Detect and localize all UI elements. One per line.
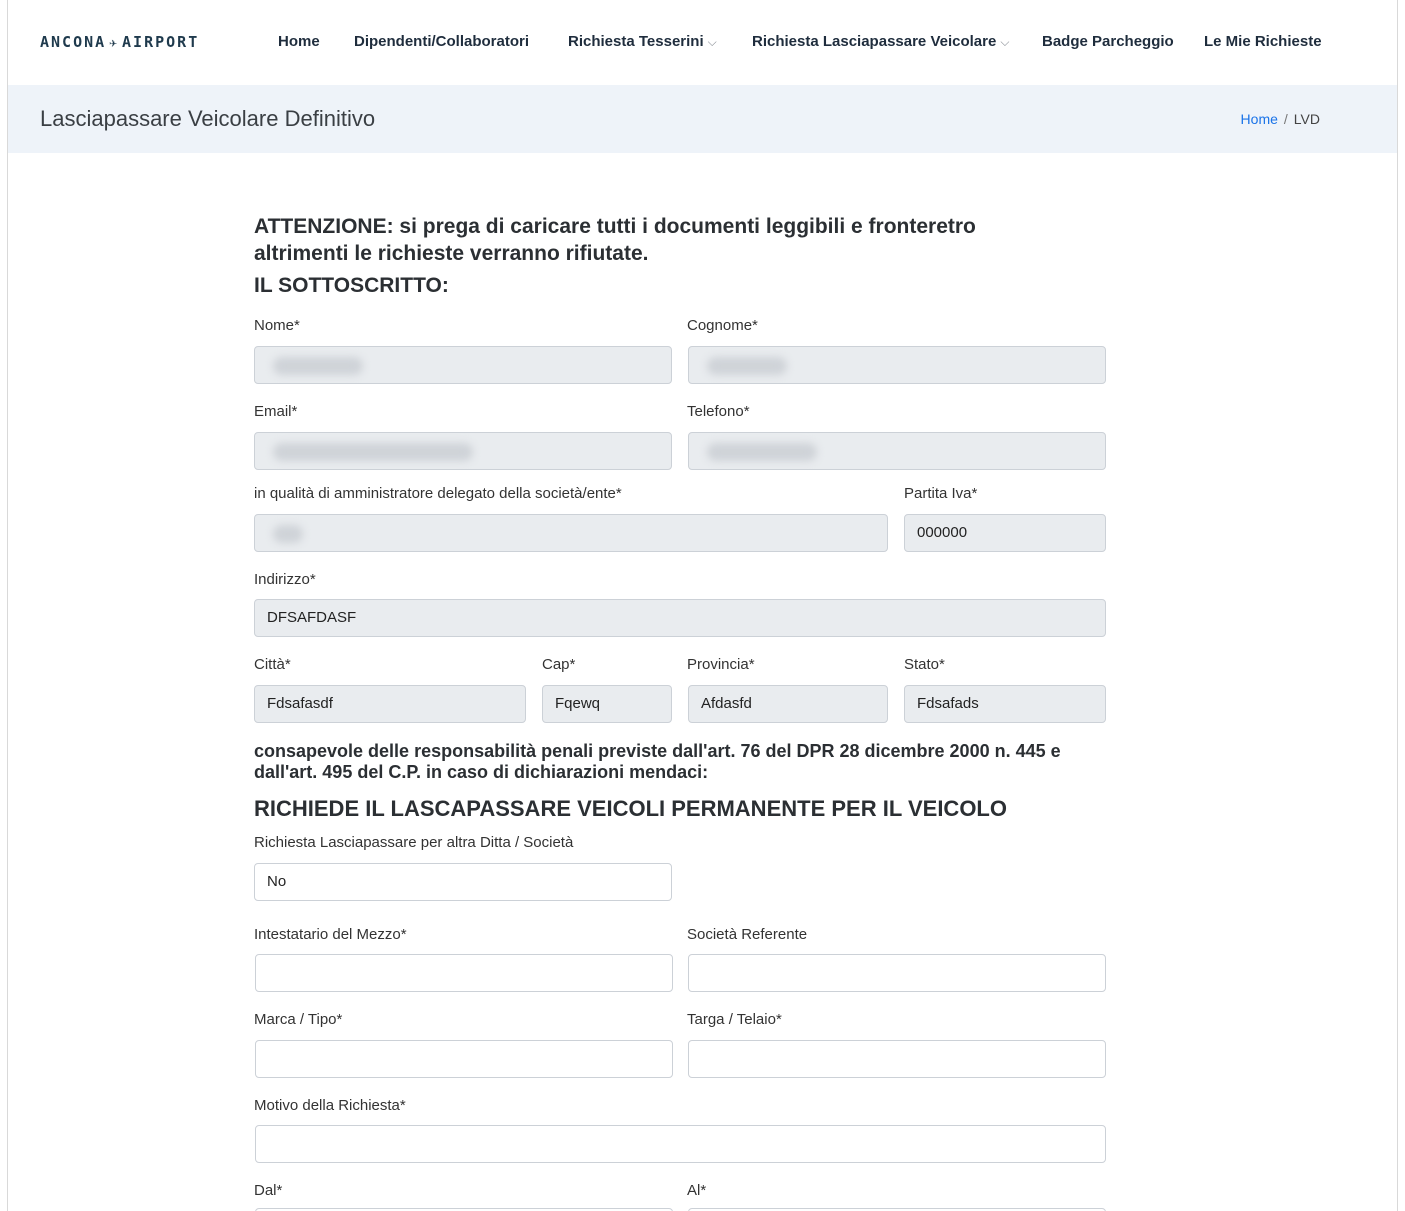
page-title-bar: Lasciapassare Veicolare Definitivo Home /… — [8, 85, 1397, 153]
telefono-label: Telefono* — [687, 403, 750, 420]
nav-dipendenti[interactable]: Dipendenti/Collaboratori — [354, 33, 529, 50]
stato-field[interactable]: Fdsafads — [904, 685, 1106, 723]
nome-field[interactable] — [254, 346, 672, 384]
citta-field[interactable]: Fdsafasdf — [254, 685, 526, 723]
societa-referente-input[interactable] — [688, 954, 1106, 992]
logo-text-right: AIRPORT — [122, 33, 200, 51]
breadcrumb: Home / LVD — [1241, 111, 1320, 127]
marca-tipo-input[interactable] — [255, 1040, 673, 1078]
stato-label: Stato* — [904, 656, 945, 673]
motivo-input[interactable] — [255, 1125, 1106, 1163]
section-sottoscritto-title: IL SOTTOSCRITTO: — [254, 274, 449, 297]
telefono-field[interactable] — [688, 432, 1106, 470]
redacted-value — [273, 443, 473, 461]
chevron-down-icon: ⌵ — [1000, 35, 1010, 49]
email-field[interactable] — [254, 432, 672, 470]
breadcrumb-home-link[interactable]: Home — [1241, 111, 1278, 127]
ancona-airport-logo[interactable]: ANCONA ✈ AIRPORT — [40, 33, 199, 51]
plane-icon: ✈ — [109, 36, 120, 51]
redacted-value — [273, 525, 303, 543]
nav-home-label: Home — [278, 33, 320, 50]
nav-dipendenti-label: Dipendenti/Collaboratori — [354, 33, 530, 50]
logo-text-left: ANCONA — [40, 33, 107, 51]
nav-richiesta-lasciapassare-label: Richiesta Lasciapassare Veicolare — [752, 33, 997, 50]
altra-ditta-select[interactable]: No — [254, 863, 672, 901]
nav-le-mie-richieste[interactable]: Le Mie Richieste — [1204, 33, 1322, 50]
indirizzo-label: Indirizzo* — [254, 571, 316, 588]
top-navbar: ANCONA ✈ AIRPORT Home Dipendenti/Collabora… — [8, 0, 1397, 85]
nav-le-mie-richieste-label: Le Mie Richieste — [1204, 33, 1322, 50]
breadcrumb-separator: / — [1283, 111, 1288, 127]
nav-richiesta-tesserini[interactable]: Richiesta Tesserini ⌵ — [568, 33, 717, 50]
targa-telaio-label: Targa / Telaio* — [687, 1011, 782, 1028]
lvd-form: ATTENZIONE: si prega di caricare tutti i… — [254, 213, 1114, 299]
marca-tipo-label: Marca / Tipo* — [254, 1011, 343, 1028]
intestatario-label: Intestatario del Mezzo* — [254, 926, 407, 943]
page-frame: ANCONA ✈ AIRPORT Home Dipendenti/Collabora… — [7, 0, 1398, 1211]
ruolo-label: in qualità di amministratore delegato de… — [254, 485, 622, 502]
partita-iva-label: Partita Iva* — [904, 485, 978, 502]
chevron-down-icon: ⌵ — [707, 35, 717, 49]
provincia-field[interactable]: Afdasfd — [688, 685, 888, 723]
page-title: Lasciapassare Veicolare Definitivo — [40, 106, 376, 131]
intestatario-input[interactable] — [255, 954, 673, 992]
citta-label: Città* — [254, 656, 291, 673]
nav-badge-parcheggio[interactable]: Badge Parcheggio — [1042, 33, 1174, 50]
altra-ditta-label: Richiesta Lasciapassare per altra Ditta … — [254, 834, 574, 851]
cap-label: Cap* — [542, 656, 576, 673]
provincia-label: Provincia* — [687, 656, 755, 673]
societa-referente-label: Società Referente — [687, 926, 808, 943]
redacted-value — [273, 357, 363, 375]
upload-warning: ATTENZIONE: si prega di caricare tutti i… — [254, 215, 976, 265]
section-richiede-title: RICHIEDE IL LASCAPASSARE VEICOLI PERMANE… — [254, 796, 1007, 821]
cap-field[interactable]: Fqewq — [542, 685, 672, 723]
nav-badge-parcheggio-label: Badge Parcheggio — [1042, 33, 1174, 50]
nav-richiesta-tesserini-label: Richiesta Tesserini — [568, 33, 704, 50]
redacted-value — [707, 357, 787, 375]
nome-label: Nome* — [254, 317, 300, 334]
cognome-label: Cognome* — [687, 317, 758, 334]
indirizzo-field[interactable]: DFSAFDASF — [254, 599, 1106, 637]
dal-label: Dal* — [254, 1182, 283, 1199]
breadcrumb-current: LVD — [1293, 111, 1320, 127]
motivo-label: Motivo della Richiesta* — [254, 1097, 406, 1114]
email-label: Email* — [254, 403, 298, 420]
partita-iva-field[interactable]: 000000 — [904, 514, 1106, 552]
declaration-text: consapevole delle responsabilità penali … — [254, 741, 1061, 782]
targa-telaio-input[interactable] — [688, 1040, 1106, 1078]
nav-home[interactable]: Home — [278, 33, 320, 50]
cognome-field[interactable] — [688, 346, 1106, 384]
nav-richiesta-lasciapassare[interactable]: Richiesta Lasciapassare Veicolare ⌵ — [752, 33, 1009, 50]
societa-ente-field[interactable] — [254, 514, 888, 552]
al-label: Al* — [687, 1182, 707, 1199]
redacted-value — [707, 443, 817, 461]
